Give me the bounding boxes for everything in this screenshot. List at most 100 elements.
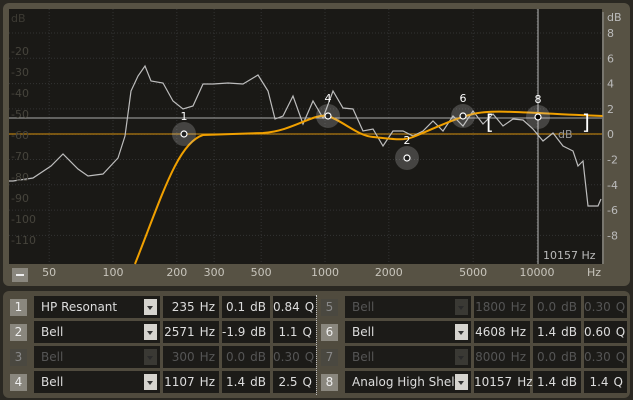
frequency-axis-label: 10000: [519, 266, 555, 279]
gain-unit: dB: [561, 325, 577, 339]
frequency-value: 8000: [475, 350, 506, 364]
q-value: 2.5: [278, 375, 298, 389]
gain-unit: dB: [561, 350, 577, 364]
left-db-label: -80: [11, 171, 29, 184]
left-db-label: -60: [11, 129, 29, 142]
q-field[interactable]: 0.30 Q: [584, 346, 627, 368]
left-db-label: -20: [11, 45, 29, 58]
gain-field[interactable]: -1.9 dB: [222, 321, 270, 343]
band-toggle-button[interactable]: 6: [321, 323, 338, 341]
eq-graph-panel: [ ] 14268 dB 10157 Hz dB -20 -30 -40 -50 -60-…: [3, 3, 630, 286]
band-row-5: 5 Bell 1800 Hz 0.0 dB 0.30 Q: [321, 296, 627, 318]
band-node-label: 8: [535, 93, 542, 106]
q-field[interactable]: 0.30 Q: [584, 296, 627, 318]
filter-type-select[interactable]: Bell: [345, 346, 471, 368]
frequency-value: 4608: [475, 325, 506, 339]
gain-field[interactable]: 1.4 dB: [533, 321, 581, 343]
dropdown-arrow-icon[interactable]: [144, 349, 157, 365]
frequency-unit: Hz: [517, 375, 533, 389]
q-unit: Q: [615, 300, 626, 314]
band-toggle-button[interactable]: 4: [10, 373, 27, 391]
band-toggle-button[interactable]: 2: [10, 323, 27, 341]
band-node-label: 1: [181, 110, 188, 123]
range-bracket-left[interactable]: [: [486, 110, 494, 134]
band-toggle-button[interactable]: 8: [321, 373, 338, 391]
filter-type-select[interactable]: Bell: [34, 346, 160, 368]
band-node-handle[interactable]: [403, 154, 411, 162]
q-field[interactable]: 0.84 Q: [273, 296, 316, 318]
gain-field[interactable]: 1.4 dB: [222, 371, 270, 393]
band-node-handle[interactable]: [180, 130, 188, 138]
filter-type-select[interactable]: Bell: [345, 321, 471, 343]
dropdown-arrow-icon[interactable]: [455, 374, 468, 390]
frequency-unit: Hz: [510, 325, 526, 339]
gain-field[interactable]: 1.4 dB: [533, 371, 581, 393]
frequency-unit: Hz: [199, 350, 215, 364]
filter-type-select[interactable]: Analog High Shelf: [345, 371, 471, 393]
band-node-handle[interactable]: [324, 112, 332, 120]
dropdown-arrow-icon[interactable]: [144, 299, 157, 315]
frequency-field[interactable]: 235 Hz: [163, 296, 219, 318]
filter-type-value: Analog High Shelf: [352, 375, 459, 389]
frequency-field[interactable]: 1107 Hz: [163, 371, 219, 393]
filter-type-select[interactable]: Bell: [34, 371, 160, 393]
right-db-label: -6: [607, 204, 618, 217]
dropdown-arrow-icon[interactable]: [144, 374, 157, 390]
frequency-unit: Hz: [199, 300, 215, 314]
right-db-label: 2: [607, 103, 614, 116]
q-value: 1.4: [589, 375, 609, 389]
band-toggle-button[interactable]: 3: [10, 348, 27, 366]
frequency-value: 300: [171, 350, 195, 364]
left-db-label: -110: [11, 234, 36, 247]
gain-field[interactable]: 0.0 dB: [533, 296, 581, 318]
zero-db-label: dB: [558, 128, 573, 141]
filter-type-select[interactable]: HP Resonant: [34, 296, 160, 318]
filter-type-select[interactable]: Bell: [345, 296, 471, 318]
q-field[interactable]: 2.5 Q: [273, 371, 316, 393]
q-unit: Q: [615, 325, 626, 339]
left-db-unit: dB: [11, 12, 26, 25]
band-row-3: 3 Bell 300 Hz 0.0 dB 0.30 Q: [10, 346, 316, 368]
gain-field[interactable]: 0.0 dB: [222, 346, 270, 368]
frequency-field[interactable]: 2571 Hz: [163, 321, 219, 343]
frequency-unit: Hz: [199, 375, 215, 389]
q-field[interactable]: 0.30 Q: [273, 346, 316, 368]
right-db-label: -8: [607, 229, 618, 242]
frequency-field[interactable]: 8000 Hz: [474, 346, 530, 368]
band-toggle-button[interactable]: 5: [321, 298, 338, 316]
filter-type-value: Bell: [41, 325, 64, 339]
frequency-axis-label: 300: [203, 266, 225, 279]
dropdown-arrow-icon[interactable]: [455, 349, 468, 365]
eq-graph[interactable]: [ ] 1426 8 dB 10157 Hz dB-20-30-40-50-60-…: [3, 3, 630, 286]
dropdown-arrow-icon[interactable]: [455, 324, 468, 340]
gain-unit: dB: [561, 375, 577, 389]
frequency-field[interactable]: 1800 Hz: [474, 296, 530, 318]
q-field[interactable]: 0.60 Q: [584, 321, 627, 343]
zoom-out-button[interactable]: [12, 268, 28, 282]
q-field[interactable]: 1.4 Q: [584, 371, 627, 393]
band-row-2: 2 Bell 2571 Hz -1.9 dB 1.1 Q: [10, 321, 316, 343]
left-db-label: -40: [11, 87, 29, 100]
frequency-field[interactable]: 300 Hz: [163, 346, 219, 368]
frequency-field[interactable]: 4608 Hz: [474, 321, 530, 343]
gain-value: 1.4: [537, 325, 557, 339]
range-bracket-right[interactable]: ]: [582, 110, 590, 134]
dropdown-arrow-icon[interactable]: [144, 324, 157, 340]
band-toggle-button[interactable]: 7: [321, 348, 338, 366]
filter-type-value: HP Resonant: [41, 300, 118, 314]
q-field[interactable]: 1.1 Q: [273, 321, 316, 343]
filter-type-value: Bell: [352, 300, 375, 314]
gain-field[interactable]: 0.0 dB: [533, 346, 581, 368]
left-db-label: -30: [11, 66, 29, 79]
filter-type-value: Bell: [352, 350, 375, 364]
band-node-handle[interactable]: [534, 113, 542, 121]
frequency-axis-label: 5000: [459, 266, 488, 279]
q-unit: Q: [302, 375, 312, 389]
q-unit: Q: [302, 325, 312, 339]
frequency-field[interactable]: 10157 Hz: [474, 371, 533, 393]
band-toggle-button[interactable]: 1: [10, 298, 27, 316]
dropdown-arrow-icon[interactable]: [455, 299, 468, 315]
filter-type-select[interactable]: Bell: [34, 321, 160, 343]
band-node-handle[interactable]: [459, 112, 467, 120]
gain-field[interactable]: 0.1 dB: [222, 296, 270, 318]
